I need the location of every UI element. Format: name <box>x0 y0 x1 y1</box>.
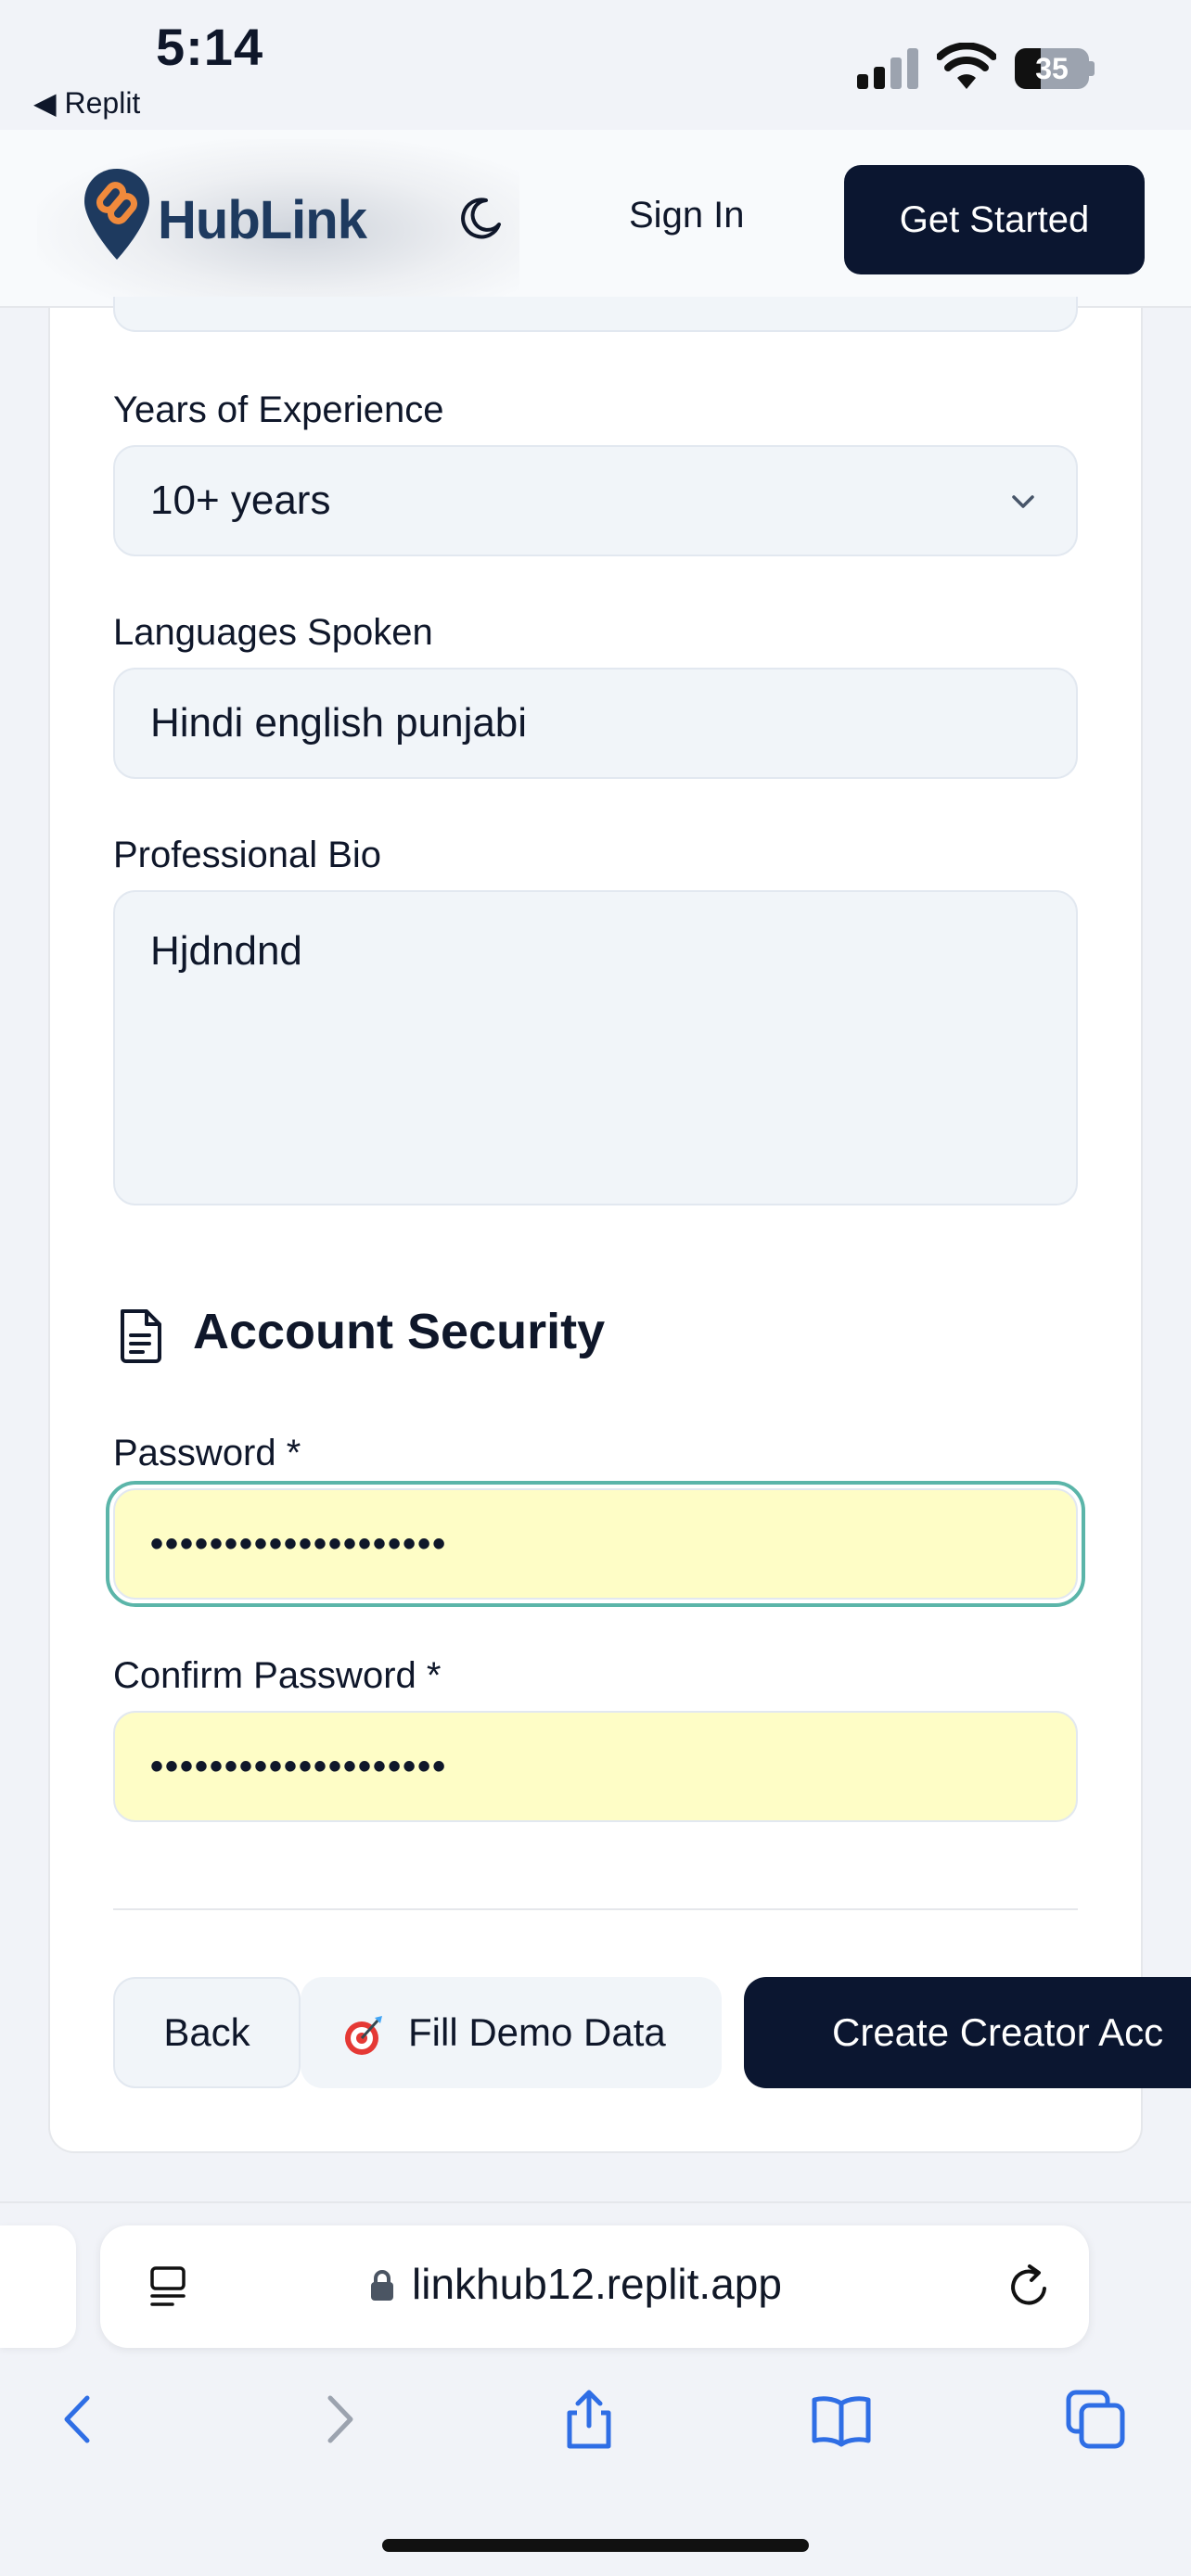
page-menu-icon[interactable] <box>147 2264 189 2309</box>
confirm-password-label: Confirm Password * <box>113 1655 442 1696</box>
confirm-password-input[interactable]: •••••••••••••••••••• <box>113 1711 1078 1822</box>
back-to-app-link[interactable]: ◀ Replit <box>33 85 140 121</box>
browser-nav-row <box>0 2378 1191 2480</box>
wifi-icon <box>937 43 996 89</box>
languages-input[interactable]: Hindi english punjabi <box>113 668 1078 779</box>
previous-field-edge[interactable] <box>113 297 1078 332</box>
home-indicator <box>382 2539 809 2552</box>
sign-in-button[interactable]: Sign In <box>629 195 745 236</box>
lock-icon <box>371 2270 393 2301</box>
bio-textarea[interactable]: Hjdndnd <box>113 890 1078 1205</box>
reload-icon[interactable] <box>1005 2263 1054 2311</box>
forward-arrow-icon[interactable] <box>306 2387 371 2452</box>
bookmarks-icon[interactable] <box>809 2387 874 2452</box>
account-security-heading: Account Security <box>193 1304 606 1359</box>
back-arrow-icon[interactable] <box>46 2387 111 2452</box>
languages-label: Languages Spoken <box>113 612 433 653</box>
cellular-signal-icon <box>857 48 920 89</box>
experience-label: Years of Experience <box>113 389 444 430</box>
signup-form-card <box>48 308 1143 2153</box>
document-icon <box>121 1309 161 1363</box>
status-bar: 5:14 ◀ Replit 35 <box>0 0 1191 130</box>
browser-toolbar: linkhub12.replit.app <box>0 2201 1191 2576</box>
screen: 5:14 ◀ Replit 35 HubLink Sign In Get Sta… <box>0 0 1191 2576</box>
experience-value: 10+ years <box>150 478 331 523</box>
divider <box>113 1908 1078 1910</box>
bio-label: Professional Bio <box>113 835 382 875</box>
brand-name[interactable]: HubLink <box>158 189 367 251</box>
back-button[interactable]: Back <box>113 1977 301 2088</box>
battery-percent: 35 <box>1035 52 1069 85</box>
status-time: 5:14 <box>156 18 264 76</box>
battery-icon: 35 <box>1015 48 1095 89</box>
fill-demo-data-label: Fill Demo Data <box>408 2010 666 2054</box>
chevron-down-icon <box>1012 495 1034 508</box>
experience-select[interactable]: 10+ years <box>113 445 1078 556</box>
get-started-button[interactable]: Get Started <box>844 165 1145 274</box>
address-bar[interactable]: linkhub12.replit.app <box>100 2225 1089 2348</box>
fill-demo-data-button[interactable]: Fill Demo Data <box>301 1977 722 2088</box>
password-input[interactable]: •••••••••••••••••••• <box>106 1481 1085 1607</box>
url-text: linkhub12.replit.app <box>412 2260 782 2308</box>
create-creator-account-button[interactable]: Create Creator Acc <box>744 1977 1191 2088</box>
password-label: Password * <box>113 1433 301 1473</box>
previous-tab-preview[interactable] <box>0 2225 76 2348</box>
theme-toggle-moon-icon[interactable] <box>458 195 505 241</box>
tabs-icon[interactable] <box>1063 2387 1128 2452</box>
hublink-logo-icon <box>84 169 149 260</box>
target-dart-icon <box>345 2016 382 2055</box>
share-icon[interactable] <box>557 2387 621 2452</box>
